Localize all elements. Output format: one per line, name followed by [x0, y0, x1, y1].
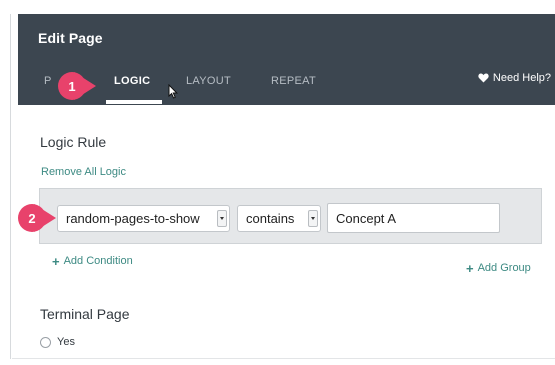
variable-select-value: random-pages-to-show [66, 211, 200, 226]
add-condition-button[interactable]: + Add Condition [52, 253, 133, 269]
need-help-label: Need Help? [492, 72, 551, 84]
radio-button[interactable] [40, 336, 51, 348]
logic-condition-row: random-pages-to-show contains [39, 188, 542, 244]
plus-icon: + [52, 253, 60, 269]
callout-marker-1: 1 [58, 72, 96, 100]
logic-rule-heading: Logic Rule [40, 134, 107, 150]
edit-page-header: Edit Page P LOGIC LAYOUT REPEAT Need Hel… [18, 14, 555, 105]
tab-layout[interactable]: LAYOUT [186, 75, 231, 87]
operator-select-value: contains [246, 211, 295, 226]
radio-yes-label: Yes [57, 336, 75, 348]
add-group-button[interactable]: + Add Group [466, 260, 531, 276]
active-tab-indicator [106, 100, 162, 104]
bottom-divider [12, 358, 555, 359]
add-condition-label: Add Condition [63, 255, 133, 267]
terminal-page-yes-option[interactable]: Yes [40, 336, 75, 348]
heart-icon [478, 73, 489, 83]
tab-repeat[interactable]: REPEAT [271, 75, 316, 87]
left-border [10, 14, 11, 359]
add-group-label: Add Group [477, 262, 531, 274]
tab-page[interactable]: P [44, 75, 52, 87]
callout-marker-2: 2 [18, 204, 56, 232]
terminal-page-heading: Terminal Page [40, 306, 130, 322]
callout-number: 1 [58, 72, 86, 100]
tab-logic[interactable]: LOGIC [114, 75, 150, 87]
remove-all-logic-link[interactable]: Remove All Logic [41, 166, 126, 178]
chevron-down-icon [217, 210, 227, 227]
chevron-down-icon [308, 210, 318, 227]
plus-icon: + [466, 260, 474, 276]
callout-number: 2 [18, 204, 46, 232]
condition-value-input[interactable] [327, 203, 500, 233]
need-help-link[interactable]: Need Help? [478, 72, 551, 84]
operator-select[interactable]: contains [237, 205, 321, 232]
variable-select[interactable]: random-pages-to-show [57, 205, 230, 232]
mouse-cursor-icon [168, 84, 178, 99]
page-title: Edit Page [38, 30, 103, 46]
